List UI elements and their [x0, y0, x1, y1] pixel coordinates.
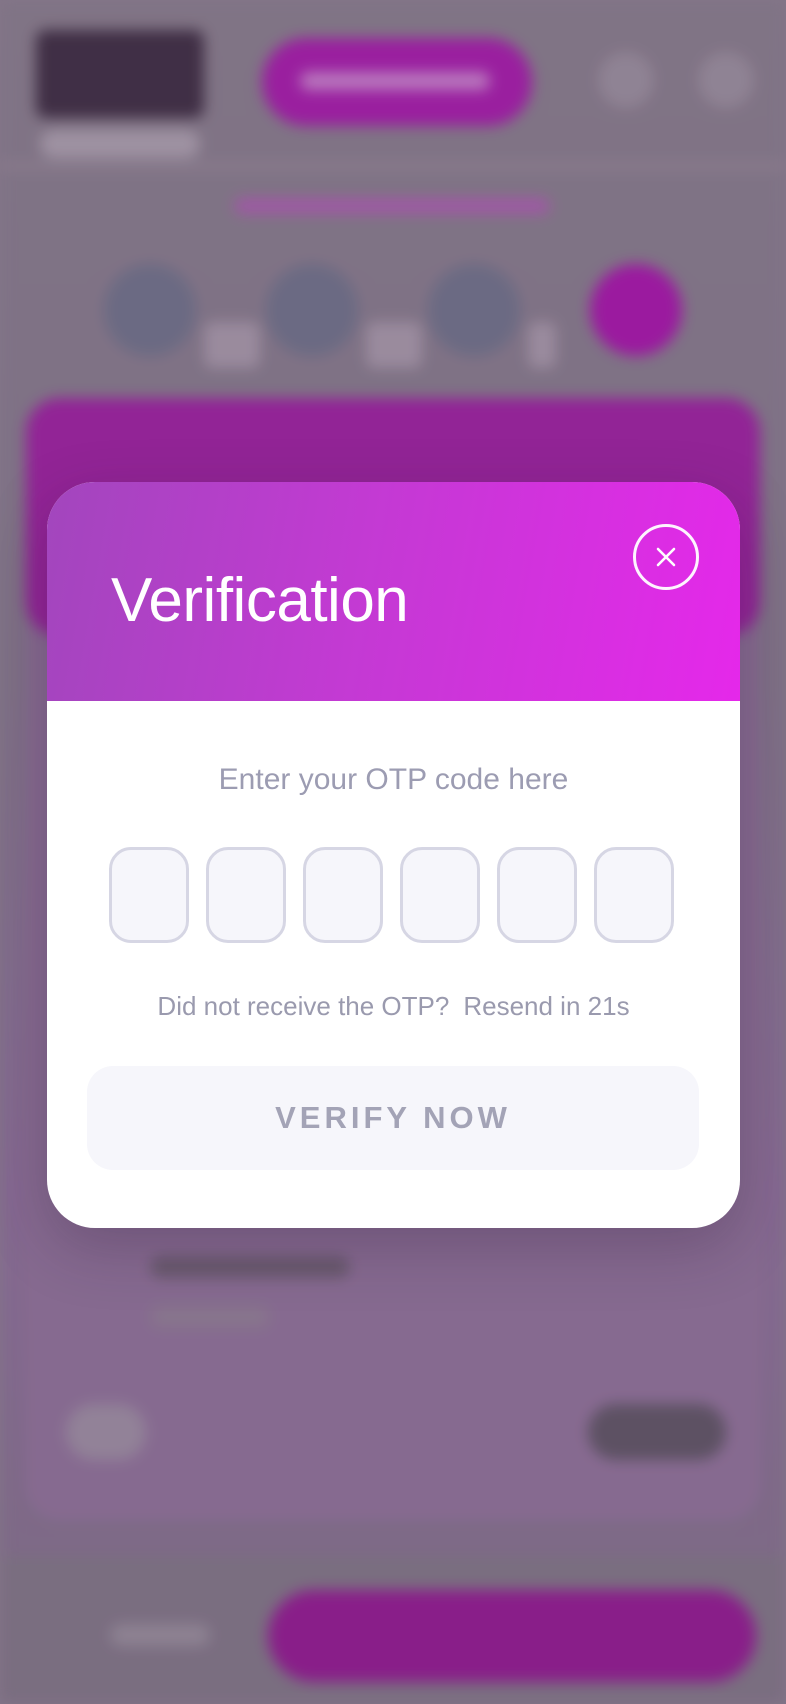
modal-title: Verification: [111, 566, 409, 635]
verify-now-button[interactable]: VERIFY NOW: [87, 1066, 699, 1170]
otp-digit-2[interactable]: [206, 847, 286, 943]
otp-digit-5[interactable]: [497, 847, 577, 943]
resend-prompt: Did not receive the OTP?: [157, 991, 450, 1021]
otp-digit-4[interactable]: [400, 847, 480, 943]
otp-input-group: [109, 847, 674, 943]
otp-digit-1[interactable]: [109, 847, 189, 943]
otp-digit-3[interactable]: [303, 847, 383, 943]
otp-label: Enter your OTP code here: [218, 763, 569, 796]
otp-digit-6[interactable]: [594, 847, 674, 943]
resend-row: Did not receive the OTP? Resend in 21s: [47, 988, 740, 1024]
resend-timer[interactable]: Resend in 21s: [463, 991, 629, 1021]
close-button[interactable]: [633, 524, 699, 590]
modal-header: Verification: [47, 482, 740, 701]
close-icon: [656, 547, 676, 567]
